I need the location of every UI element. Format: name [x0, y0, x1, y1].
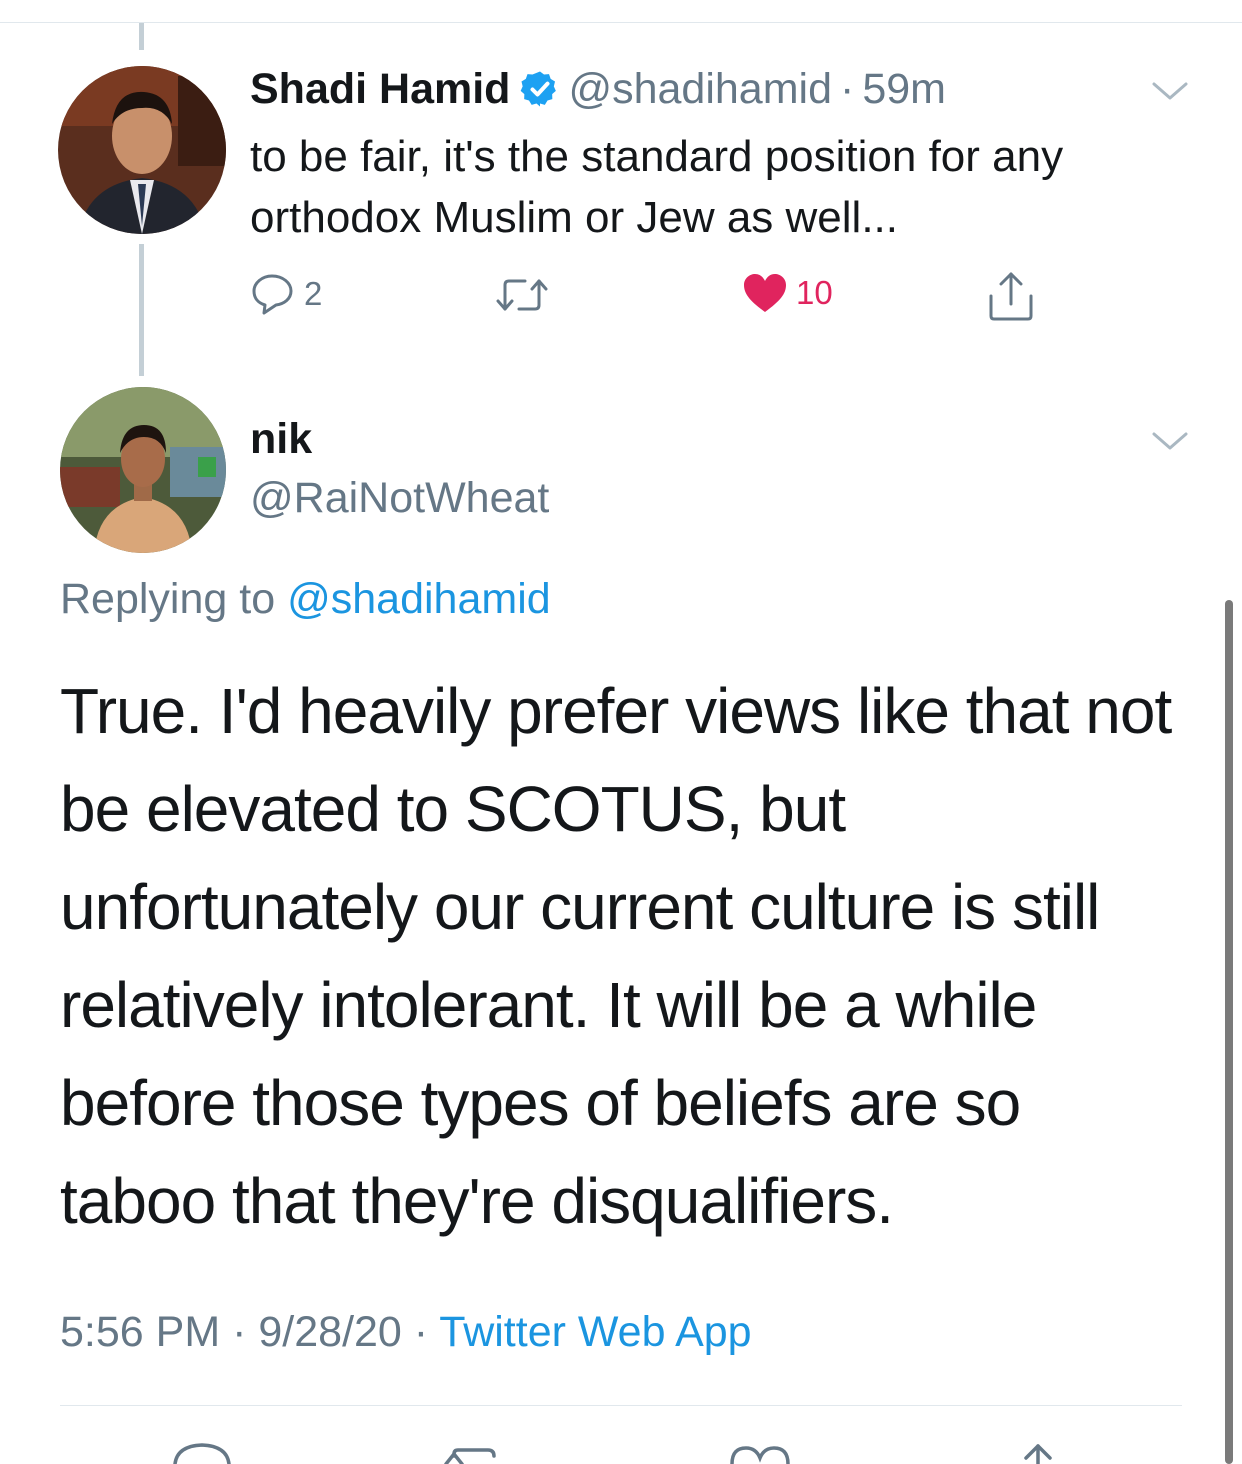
tweet-date[interactable]: 9/28/20	[258, 1308, 401, 1356]
tweet-time[interactable]: 59m	[862, 65, 946, 114]
retweet-icon[interactable]	[440, 1440, 510, 1464]
heart-icon	[744, 274, 786, 312]
author-name[interactable]: nik	[250, 415, 312, 464]
retweet-button[interactable]	[495, 275, 549, 315]
meta-separator: ·	[413, 1308, 429, 1356]
retweet-icon	[496, 279, 548, 311]
share-icon[interactable]	[1010, 1440, 1066, 1464]
tweet1-header: Shadi Hamid @shadihamid · 59m	[250, 63, 946, 115]
chevron-down-icon[interactable]	[1151, 80, 1189, 102]
author-name[interactable]: Shadi Hamid	[250, 65, 510, 114]
bottom-divider	[60, 1405, 1182, 1406]
reply-icon	[252, 274, 293, 315]
top-divider	[0, 22, 1242, 23]
tweet-time[interactable]: 5:56 PM	[60, 1308, 220, 1356]
author-handle[interactable]: @shadihamid	[568, 65, 832, 114]
like-button[interactable]: 10	[742, 272, 833, 314]
thread-connector	[139, 244, 144, 376]
heart-icon[interactable]	[728, 1440, 792, 1464]
share-icon	[989, 272, 1033, 321]
reply-icon[interactable]	[172, 1440, 232, 1464]
tweet1-text: to be fair, it's the standard position f…	[250, 132, 1064, 242]
author-handle[interactable]: @RaiNotWheat	[250, 474, 549, 523]
thread-connector-top	[139, 23, 144, 50]
tweet-source-link[interactable]: Twitter Web App	[439, 1308, 751, 1356]
verified-badge-icon	[521, 71, 557, 107]
tweet2-text: True. I'd heavily prefer views like that…	[60, 675, 1172, 1237]
reply-count: 2	[304, 275, 323, 312]
share-button[interactable]	[986, 270, 1036, 322]
meta-separator: ·	[232, 1308, 247, 1356]
scrollbar[interactable]	[1225, 600, 1233, 1464]
like-count: 10	[796, 274, 833, 311]
replying-label: Replying to	[60, 575, 276, 623]
avatar-nik[interactable]	[60, 387, 226, 553]
reply-button[interactable]: 2	[250, 272, 322, 316]
chevron-down-icon[interactable]	[1151, 430, 1189, 452]
tweet-metadata: 5:56 PM · 9/28/20 · Twitter Web App	[60, 1308, 752, 1357]
avatar-shadi-hamid[interactable]	[58, 66, 226, 234]
header-separator: ·	[840, 64, 855, 113]
replying-handle-link[interactable]: @shadihamid	[287, 575, 551, 623]
replying-to: Replying to @shadihamid	[60, 575, 551, 624]
